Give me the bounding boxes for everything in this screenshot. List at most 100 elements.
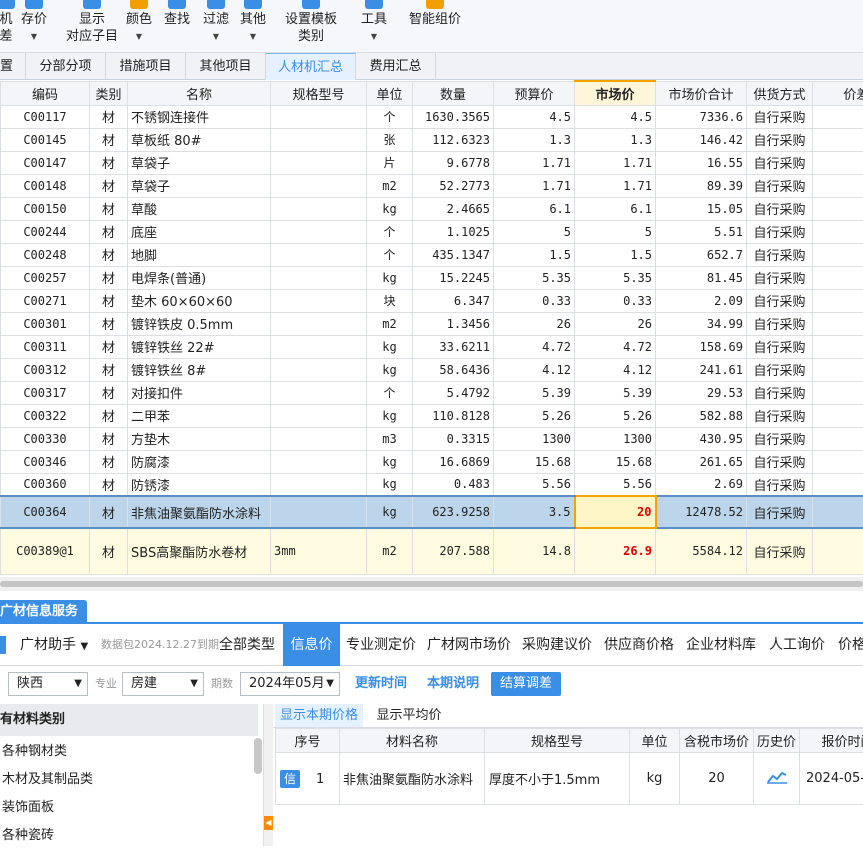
- cell-budget-price[interactable]: 15.68: [494, 450, 575, 473]
- cell-market-price[interactable]: 5: [575, 220, 656, 243]
- cell-quantity[interactable]: 1.1025: [413, 220, 494, 243]
- cell-market-price[interactable]: 1.71: [575, 174, 656, 197]
- cell-code[interactable]: C00346: [1, 450, 90, 473]
- cell-index[interactable]: 信1: [276, 753, 340, 805]
- cell-price-diff[interactable]: [813, 197, 863, 220]
- cell-market-total[interactable]: 241.61: [656, 358, 747, 381]
- cell-price-diff[interactable]: [813, 473, 863, 496]
- cell-budget-price[interactable]: 5: [494, 220, 575, 243]
- period-select[interactable]: 2024年05月▼: [240, 672, 340, 696]
- cell-market-price[interactable]: 20: [575, 496, 656, 528]
- cell-unit[interactable]: 块: [367, 289, 413, 312]
- cell-price-diff[interactable]: [813, 335, 863, 358]
- cell-code[interactable]: C00148: [1, 174, 90, 197]
- cell-price-diff[interactable]: [813, 496, 863, 528]
- cell-unit[interactable]: m2: [367, 174, 413, 197]
- cell-tax-market-price[interactable]: 20: [680, 753, 754, 805]
- cell-supply-method[interactable]: 自行采购: [747, 496, 813, 528]
- toolbar-btn-search[interactable]: 查找: [163, 0, 191, 52]
- cell-category[interactable]: 材: [90, 473, 128, 496]
- subtab-info-price[interactable]: 信息价: [283, 624, 340, 666]
- update-time-link[interactable]: 更新时间: [355, 672, 407, 696]
- cell-spec[interactable]: [271, 197, 367, 220]
- cell-spec[interactable]: [271, 450, 367, 473]
- cell-code[interactable]: C00145: [1, 128, 90, 151]
- col-header-price-diff[interactable]: 价差: [813, 81, 863, 105]
- cell-market-total[interactable]: 7336.6: [656, 105, 747, 128]
- cell-market-total[interactable]: 89.39: [656, 174, 747, 197]
- cell-market-total[interactable]: 5584.12: [656, 528, 747, 574]
- cell-budget-price[interactable]: 1300: [494, 427, 575, 450]
- category-scrollbar[interactable]: [254, 738, 262, 774]
- cell-market-total[interactable]: 29.53: [656, 381, 747, 404]
- cell-spec[interactable]: [271, 266, 367, 289]
- cell-name[interactable]: 垫木 60×60×60: [128, 289, 271, 312]
- price-row[interactable]: 信1 非焦油聚氨酯防水涂料 厚度不小于1.5mm kg 20 2024-05-1: [276, 753, 863, 805]
- cell-supply-method[interactable]: 自行采购: [747, 312, 813, 335]
- cell-price-diff[interactable]: [813, 312, 863, 335]
- cell-market-total[interactable]: 158.69: [656, 335, 747, 358]
- cell-spec[interactable]: [271, 289, 367, 312]
- category-item[interactable]: 装饰面板: [2, 794, 54, 822]
- cell-unit[interactable]: kg: [367, 358, 413, 381]
- cell-market-total[interactable]: 12478.52: [656, 496, 747, 528]
- major-select[interactable]: 房建▼: [122, 672, 204, 696]
- col-header-code[interactable]: 编码: [1, 81, 90, 105]
- cell-quantity[interactable]: 15.2245: [413, 266, 494, 289]
- cell-unit[interactable]: 片: [367, 151, 413, 174]
- cell-quantity[interactable]: 1630.3565: [413, 105, 494, 128]
- cell-budget-price[interactable]: 1.5: [494, 243, 575, 266]
- cell-price-diff[interactable]: [813, 220, 863, 243]
- cell-name[interactable]: SBS高聚酯防水卷材: [128, 528, 271, 574]
- subtab-professional-price[interactable]: 专业测定价: [346, 624, 416, 666]
- col-header-spec[interactable]: 规格型号: [271, 81, 367, 105]
- tab-average-price[interactable]: 显示平均价: [368, 704, 450, 727]
- cell-market-total[interactable]: 652.7: [656, 243, 747, 266]
- cell-unit[interactable]: 个: [367, 220, 413, 243]
- cell-unit[interactable]: 个: [367, 381, 413, 404]
- cell-budget-price[interactable]: 26: [494, 312, 575, 335]
- subtab-labor-inquiry[interactable]: 人工询价: [769, 624, 825, 666]
- cell-price-diff[interactable]: [813, 381, 863, 404]
- subtab-market-price[interactable]: 广材网市场价: [427, 624, 511, 666]
- trend-chart-icon[interactable]: [767, 770, 787, 784]
- col-header-unit[interactable]: 单位: [630, 729, 680, 753]
- cell-code[interactable]: C00317: [1, 381, 90, 404]
- cell-market-price[interactable]: 1.5: [575, 243, 656, 266]
- cell-category[interactable]: 材: [90, 174, 128, 197]
- settle-adjust-button[interactable]: 结算调差: [491, 672, 561, 696]
- subtab-purchase-advice[interactable]: 采购建议价: [522, 624, 592, 666]
- table-row[interactable]: C00389@1 材 SBS高聚酯防水卷材 3mm m2 207.588 14.…: [1, 528, 863, 574]
- cell-code[interactable]: C00311: [1, 335, 90, 358]
- cell-quantity[interactable]: 2.4665: [413, 197, 494, 220]
- cell-spec[interactable]: [271, 427, 367, 450]
- cell-supply-method[interactable]: 自行采购: [747, 450, 813, 473]
- cell-spec[interactable]: [271, 243, 367, 266]
- cell-code[interactable]: C00248: [1, 243, 90, 266]
- toolbar-btn-save-price[interactable]: 存价▼: [20, 0, 48, 52]
- cell-name[interactable]: 非焦油聚氨酯防水涂料: [128, 496, 271, 528]
- cell-code[interactable]: C00312: [1, 358, 90, 381]
- cell-supply-method[interactable]: 自行采购: [747, 528, 813, 574]
- cell-name[interactable]: 地脚: [128, 243, 271, 266]
- cell-name[interactable]: 草袋子: [128, 151, 271, 174]
- cell-market-total[interactable]: 261.65: [656, 450, 747, 473]
- cell-market-total[interactable]: 146.42: [656, 128, 747, 151]
- cell-quantity[interactable]: 112.6323: [413, 128, 494, 151]
- collapse-arrow-icon[interactable]: ◀: [264, 816, 273, 830]
- cell-market-total[interactable]: 430.95: [656, 427, 747, 450]
- cell-spec[interactable]: [271, 128, 367, 151]
- cell-spec[interactable]: [271, 496, 367, 528]
- cell-budget-price[interactable]: 5.35: [494, 266, 575, 289]
- cell-supply-method[interactable]: 自行采购: [747, 473, 813, 496]
- cell-supply-method[interactable]: 自行采购: [747, 174, 813, 197]
- subtab-price-more[interactable]: 价格: [838, 624, 863, 666]
- cell-market-price[interactable]: 26.9: [575, 528, 656, 574]
- cell-unit[interactable]: kg: [367, 266, 413, 289]
- cell-budget-price[interactable]: 4.72: [494, 335, 575, 358]
- cell-name[interactable]: 对接扣件: [128, 381, 271, 404]
- cell-spec[interactable]: [271, 473, 367, 496]
- table-row[interactable]: C00244 材 底座 个 1.1025 5 5 5.51 自行采购: [1, 220, 863, 243]
- tab-current-price[interactable]: 显示本期价格: [275, 704, 363, 727]
- cell-market-price[interactable]: 4.72: [575, 335, 656, 358]
